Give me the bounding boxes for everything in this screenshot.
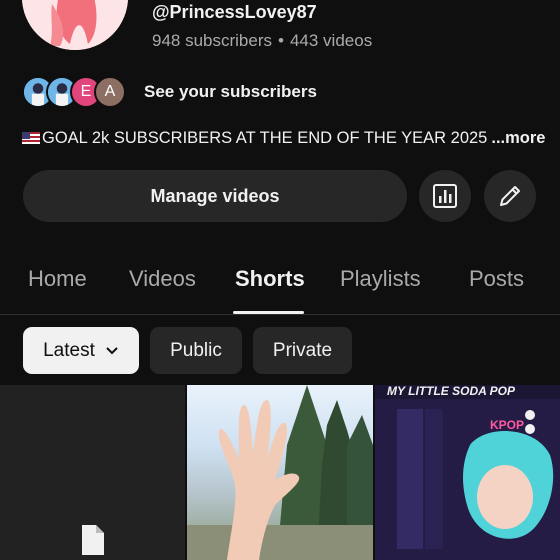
filter-public-chip[interactable]: Public xyxy=(150,327,242,374)
subscriber-count: 948 subscribers xyxy=(152,31,273,50)
video-count: 443 videos xyxy=(289,31,373,50)
tab-posts[interactable]: Posts xyxy=(469,266,524,292)
stats-separator: • xyxy=(278,31,284,50)
short-thumbnail[interactable] xyxy=(0,385,185,560)
sort-latest-chip[interactable]: Latest xyxy=(23,327,139,374)
see-subscribers-link[interactable]: See your subscribers xyxy=(144,82,317,102)
short-thumbnail[interactable]: MY LITTLE SODA POP KPOP xyxy=(375,385,560,560)
see-subscribers-row[interactable]: E A See your subscribers xyxy=(22,74,317,110)
chevron-down-icon xyxy=(106,346,118,354)
analytics-button[interactable] xyxy=(419,170,471,222)
channel-handle: @PrincessLovey87 xyxy=(152,2,317,22)
analytics-icon xyxy=(433,184,457,208)
tab-playlists[interactable]: Playlists xyxy=(340,266,421,292)
channel-stats: 948 subscribers • 443 videos xyxy=(152,31,372,51)
channel-tabs: Home Videos Shorts Playlists Posts xyxy=(0,254,560,314)
file-icon xyxy=(82,525,104,555)
short-caption: MY LITTLE SODA POP xyxy=(387,385,516,398)
tab-videos[interactable]: Videos xyxy=(129,266,196,292)
kpop-logo-text: KPOP xyxy=(490,418,524,432)
channel-avatar[interactable] xyxy=(22,0,128,50)
filter-private-chip[interactable]: Private xyxy=(253,327,352,374)
channel-avatar-art-icon xyxy=(22,0,128,50)
kpop-demon-hunters-image: MY LITTLE SODA POP KPOP xyxy=(375,385,560,560)
more-link[interactable]: ...more xyxy=(491,129,545,147)
tab-home[interactable]: Home xyxy=(28,266,87,292)
tabs-divider xyxy=(0,314,560,315)
pencil-icon xyxy=(500,186,520,206)
us-flag-icon xyxy=(22,132,40,144)
short-thumbnail[interactable] xyxy=(187,385,373,560)
sort-latest-label: Latest xyxy=(43,339,95,361)
manage-videos-button[interactable]: Manage videos xyxy=(23,170,407,222)
edit-channel-button[interactable] xyxy=(484,170,536,222)
description-text: GOAL 2k SUBSCRIBERS AT THE END OF THE YE… xyxy=(42,129,488,147)
tab-shorts[interactable]: Shorts xyxy=(235,266,305,292)
channel-description[interactable]: GOAL 2k SUBSCRIBERS AT THE END OF THE YE… xyxy=(22,129,545,148)
subscriber-avatar: A xyxy=(94,76,126,108)
hand-and-trees-image xyxy=(187,385,373,560)
